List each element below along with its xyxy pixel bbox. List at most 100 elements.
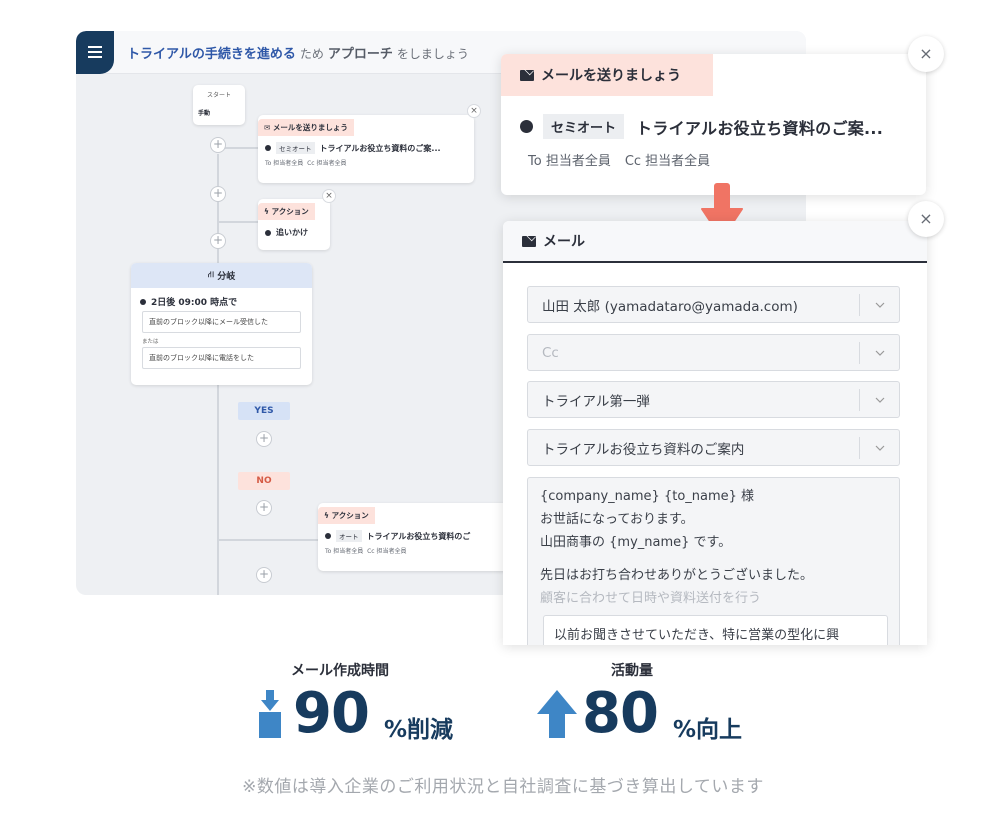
mail-form-title: メール	[543, 234, 585, 250]
close-icon[interactable]: ×	[908, 201, 944, 237]
template-select[interactable]: トライアルお役立ち資料のご案内	[527, 429, 900, 466]
workflow-title: トライアルの手続きを進める ため アプローチ をしましょう	[127, 43, 473, 62]
mail-body-editor[interactable]: {company_name} {to_name} 様 お世話になっております。 …	[527, 477, 900, 645]
stat-value: 80	[582, 681, 659, 746]
from-value: 山田 太郎 (yamadataro@yamada.com)	[542, 298, 798, 315]
status-dot-icon	[520, 120, 533, 133]
mode-chip: セミオート	[276, 142, 315, 154]
mail-step-recipients: To 担当者全員 Cc 担当者全員	[258, 156, 474, 169]
menu-button[interactable]	[76, 31, 114, 74]
start-title: スタート	[206, 92, 231, 99]
chevron-down-icon[interactable]	[859, 294, 899, 316]
branch-title: 分岐	[217, 272, 236, 282]
body-line: 先日はお打ち合わせありがとうございました。	[540, 568, 814, 583]
mail-step-row: セミオート トライアルお役立ち資料のご案...	[258, 142, 474, 154]
flow-connector	[218, 539, 318, 541]
action-step-card[interactable]: ϟ アクション 追いかけ	[258, 199, 330, 250]
mail-step-tag-label: メールを送りましょう	[272, 123, 348, 132]
branch-option-1[interactable]: 直前のブロック以降にメール受信した	[142, 311, 301, 333]
mail-step-detail-card[interactable]: メールを送りましょう セミオート トライアルお役立ち資料のご案... To 担当…	[501, 54, 926, 195]
branch-condition: 2日後 09:00 時点で	[131, 288, 312, 311]
workflow-connector: ため	[299, 46, 324, 61]
add-step-button[interactable]: +	[256, 567, 272, 583]
from-select[interactable]: 山田 太郎 (yamadataro@yamada.com)	[527, 286, 900, 323]
chevron-down-icon[interactable]	[859, 437, 899, 459]
close-icon[interactable]: ×	[322, 189, 336, 203]
status-dot-icon	[265, 229, 271, 236]
branch-or-label: または	[142, 339, 159, 345]
workflow-keyword: アプローチ	[327, 46, 393, 62]
action-step-tag: ϟ アクション	[318, 507, 375, 524]
mail-step-subject: トライアルお役立ち資料のご案...	[319, 143, 441, 153]
lightning-icon: ϟ	[324, 511, 329, 520]
template-group-select[interactable]: トライアル第一弾	[527, 381, 900, 418]
cc-placeholder: Cc	[542, 344, 559, 361]
action-mail-recipients: To 担当者全員 Cc 担当者全員	[318, 544, 518, 557]
body-line: 山田商事の {my_name} です。	[540, 535, 732, 550]
action-step-row: 追いかけ	[258, 227, 330, 238]
template-group-value: トライアル第一弾	[542, 393, 650, 410]
action-mail-row: オート トライアルお役立ち資料のご	[318, 530, 518, 542]
branch-icon: ⛙	[207, 270, 215, 280]
yes-badge: YES	[238, 402, 290, 420]
add-step-button[interactable]: +	[210, 186, 226, 202]
status-dot-icon	[325, 533, 331, 539]
mode-chip: オート	[336, 530, 362, 542]
stat-label: メール作成時間	[291, 663, 389, 679]
cc-label: Cc 担当者全員	[367, 548, 407, 555]
start-block[interactable]: スタート 手動	[193, 85, 245, 125]
branch-card[interactable]: ⛙ 分岐 2日後 09:00 時点で 直前のブロック以降にメール受信した または…	[131, 263, 312, 385]
flow-connector	[218, 221, 258, 223]
no-badge: NO	[238, 472, 290, 490]
chevron-down-icon[interactable]	[859, 389, 899, 411]
to-label: To 担当者全員	[265, 160, 304, 167]
add-step-button[interactable]: +	[210, 233, 226, 249]
mail-step-recipients: To 担当者全員 Cc 担当者全員	[528, 150, 724, 169]
body-inner-block[interactable]: 以前お聞きさせていただき、特に営業の型化に興	[543, 615, 888, 645]
start-mode: 手動	[198, 110, 211, 117]
menu-icon	[88, 46, 102, 58]
action-mail-subject: トライアルお役立ち資料のご	[366, 531, 471, 541]
add-step-button[interactable]: +	[256, 431, 272, 447]
add-step-button[interactable]: +	[210, 137, 226, 153]
action-step-tag: ϟ アクション	[258, 203, 315, 220]
to-label: To 担当者全員	[528, 154, 611, 169]
stat-label: 活動量	[611, 663, 653, 679]
body-hint: 顧客に合わせて日時や資料送付を行う	[540, 591, 762, 606]
chevron-down-icon[interactable]	[859, 342, 899, 364]
action-mail-card[interactable]: ϟ アクション オート トライアルお役立ち資料のご To 担当者全員 Cc 担当…	[318, 503, 518, 571]
footnote: ※数値は導入企業のご利用状況と自社調査に基づき算出しています	[242, 777, 764, 797]
cc-label: Cc 担当者全員	[624, 154, 711, 169]
branch-option-2[interactable]: 直前のブロック以降に電話をした	[142, 347, 301, 369]
workflow-suffix: をしましょう	[396, 46, 469, 61]
stat-unit: %削減	[384, 717, 454, 743]
mail-icon	[520, 69, 534, 81]
action-step-item: 追いかけ	[276, 228, 308, 237]
mail-step-tag: ✉ メールを送りましょう	[258, 119, 354, 136]
mail-step-tag-label: メールを送りましょう	[541, 68, 681, 84]
cc-select[interactable]: Cc	[527, 334, 900, 371]
arrow-up-icon	[537, 690, 577, 738]
mail-step-tag: メールを送りましょう	[501, 54, 713, 96]
action-step-tag-label: アクション	[271, 207, 309, 216]
template-value: トライアルお役立ち資料のご案内	[542, 441, 745, 458]
close-icon[interactable]: ×	[467, 104, 481, 118]
action-step-tag-label: アクション	[331, 511, 369, 520]
close-icon[interactable]: ×	[908, 36, 944, 72]
lightning-icon: ϟ	[264, 207, 269, 216]
branch-condition-text: 2日後 09:00 時点で	[151, 298, 238, 308]
stat-unit: %向上	[673, 717, 743, 743]
mail-step-card[interactable]: ✉ メールを送りましょう セミオート トライアルお役立ち資料のご案... To …	[258, 115, 474, 183]
to-label: To 担当者全員	[325, 548, 364, 555]
body-line: お世話になっております。	[540, 512, 694, 527]
branch-header: ⛙ 分岐	[131, 263, 312, 288]
mail-icon	[522, 235, 536, 247]
mail-step-subject: トライアルお役立ち資料のご案...	[636, 118, 884, 138]
cc-label: Cc 担当者全員	[307, 160, 347, 167]
add-step-button[interactable]: +	[256, 500, 272, 516]
arrow-down-icon	[259, 690, 281, 738]
status-dot-icon	[140, 298, 146, 305]
mail-step-row: セミオート トライアルお役立ち資料のご案...	[520, 114, 883, 139]
mail-form-panel: メール 山田 太郎 (yamadataro@yamada.com) Cc トライ…	[503, 221, 927, 645]
body-line: {company_name} {to_name} 様	[540, 489, 755, 504]
